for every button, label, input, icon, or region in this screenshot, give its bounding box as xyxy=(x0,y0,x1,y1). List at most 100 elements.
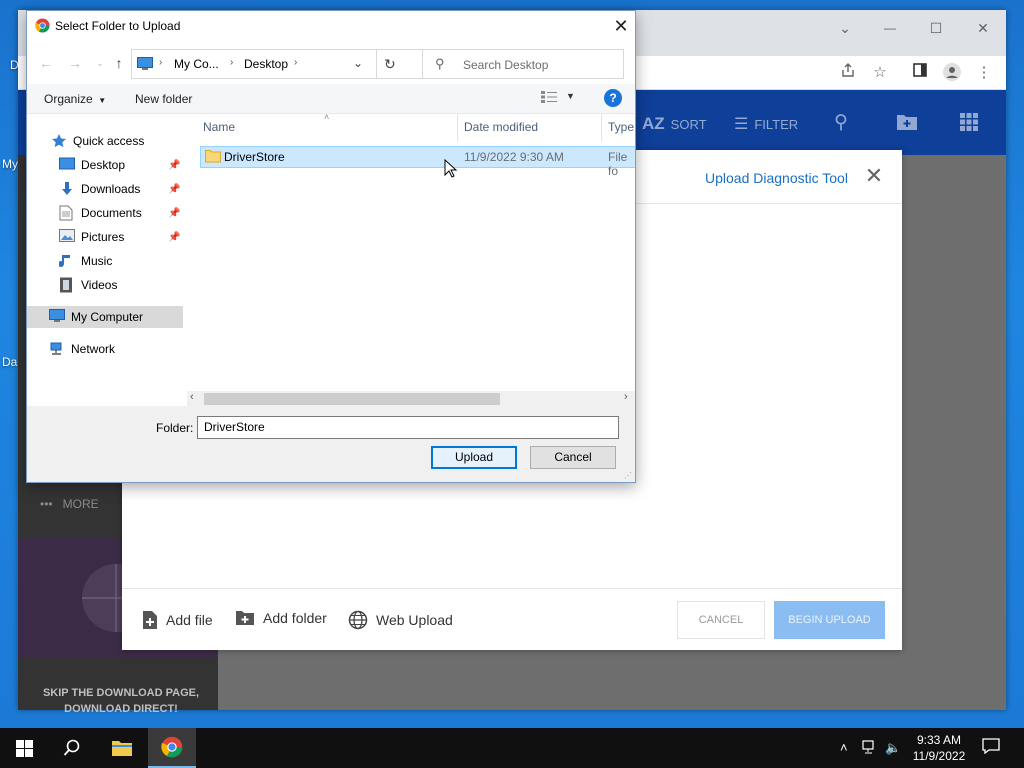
column-header-date-modified[interactable]: Date modified xyxy=(458,114,602,142)
close-button[interactable]: ✕ xyxy=(968,16,998,40)
nav-label: Desktop xyxy=(81,158,126,172)
filter-button[interactable]: ☰ FILTER xyxy=(734,114,798,134)
column-header-type[interactable]: Type xyxy=(602,114,635,142)
minimize-button[interactable]: — xyxy=(875,16,905,40)
start-button[interactable] xyxy=(0,728,48,768)
share-icon[interactable] xyxy=(837,62,859,84)
globe-icon xyxy=(348,610,368,630)
address-bar[interactable]: › My Co... › Desktop › ⌄ ↻ xyxy=(131,49,435,79)
chrome-taskbar-button[interactable] xyxy=(148,728,196,768)
add-file-label: Add file xyxy=(166,612,213,628)
breadcrumb-item[interactable]: Desktop xyxy=(244,57,288,71)
side-panel-icon[interactable] xyxy=(909,62,931,84)
clock-time: 9:33 AM xyxy=(916,733,962,747)
folder-name-input[interactable]: DriverStore xyxy=(197,416,619,439)
cancel-button[interactable]: CANCEL xyxy=(677,601,765,639)
column-label: Date modified xyxy=(464,120,539,134)
search-desktop-box[interactable]: ⚲ Search Desktop xyxy=(422,49,624,79)
film-icon xyxy=(59,277,75,293)
file-explorer-taskbar-button[interactable] xyxy=(98,728,146,768)
picture-icon xyxy=(59,229,75,245)
breadcrumb-item[interactable]: My Co... xyxy=(174,57,219,71)
view-chevron-down-icon[interactable]: ▼ xyxy=(566,91,575,101)
breadcrumb-chevron-icon[interactable]: › xyxy=(230,57,233,68)
pin-icon: 📌 xyxy=(168,184,181,195)
cancel-button[interactable]: Cancel xyxy=(530,446,616,469)
chrome-icon xyxy=(35,18,50,36)
grid-view-icon[interactable] xyxy=(960,113,978,131)
web-upload-label: Web Upload xyxy=(376,612,453,628)
desktop-folder-icon xyxy=(59,157,75,173)
tab-search-chevron-icon[interactable]: ⌄ xyxy=(830,16,860,40)
breadcrumb-chevron-icon[interactable]: › xyxy=(294,57,297,68)
resize-grip-icon[interactable]: ⋰ xyxy=(624,471,632,480)
file-name: DriverStore xyxy=(224,150,285,164)
search-button[interactable] xyxy=(48,728,96,768)
up-arrow-icon[interactable]: ↑ xyxy=(110,54,128,72)
tray-chevron-up-icon[interactable]: ˄ xyxy=(840,740,848,755)
add-file-button[interactable]: Add file xyxy=(142,610,213,630)
recent-locations-chevron-icon[interactable]: ⌄ xyxy=(91,54,109,72)
organize-menu[interactable]: Organize ▼ xyxy=(44,92,106,106)
search-icon[interactable]: ⚲ xyxy=(834,111,848,134)
begin-upload-button[interactable]: BEGIN UPLOAD xyxy=(774,601,885,639)
dialog-titlebar[interactable]: Select Folder to Upload ✕ xyxy=(27,11,635,42)
address-dropdown-chevron-icon[interactable]: ⌄ xyxy=(353,56,363,70)
skip-download-text[interactable]: SKIP THE DOWNLOAD PAGE, DOWNLOAD DIRECT! xyxy=(26,685,216,717)
computer-icon xyxy=(49,309,65,325)
upload-button[interactable]: Upload xyxy=(431,446,517,469)
scroll-right-icon[interactable]: › xyxy=(624,391,628,403)
back-arrow-icon[interactable]: ← xyxy=(37,54,55,72)
desktop-icon-label[interactable]: Da xyxy=(2,355,17,369)
new-folder-button[interactable]: New folder xyxy=(135,92,192,106)
network-tray-icon[interactable] xyxy=(862,740,878,757)
notifications-icon[interactable] xyxy=(982,738,1000,757)
filter-label: FILTER xyxy=(754,116,799,132)
bookmark-star-icon[interactable]: ☆ xyxy=(869,62,891,84)
pin-icon: 📌 xyxy=(168,160,181,171)
maximize-button[interactable]: ☐ xyxy=(921,16,951,40)
desktop-icon-label[interactable]: My xyxy=(2,157,18,171)
file-type: File fo xyxy=(608,150,628,178)
sidebar-more-link[interactable]: ••• MORE xyxy=(40,497,99,511)
more-menu-icon[interactable]: ⋮ xyxy=(973,62,995,84)
dialog-close-icon[interactable]: ✕ xyxy=(610,15,632,37)
folder-field-label: Folder: xyxy=(156,421,194,435)
new-folder-icon[interactable] xyxy=(896,113,918,131)
sort-button[interactable]: AZ SORT xyxy=(642,114,707,134)
address-row: ← → ⌄ ↑ › My Co... › Desktop › ⌄ ↻ ⚲ Sea… xyxy=(27,42,635,84)
divider xyxy=(376,50,377,78)
nav-network[interactable]: Network xyxy=(49,338,205,360)
breadcrumb-chevron-icon[interactable]: › xyxy=(159,57,162,68)
forward-arrow-icon[interactable]: → xyxy=(66,54,84,72)
file-list: Name ˄ Date modified Type DriverStore 11… xyxy=(187,114,635,392)
taskbar-clock[interactable]: 9:33 AM 11/9/2022 xyxy=(905,732,973,764)
music-note-icon xyxy=(58,253,75,269)
refresh-icon[interactable]: ↻ xyxy=(384,56,396,73)
az-sort-icon: AZ xyxy=(642,114,665,133)
chevron-down-icon: ▼ xyxy=(96,96,107,105)
close-icon[interactable]: ✕ xyxy=(864,165,884,187)
scroll-left-icon[interactable]: ‹ xyxy=(190,391,194,403)
view-options-icon[interactable] xyxy=(541,91,557,106)
add-file-icon xyxy=(143,611,157,629)
add-folder-button[interactable]: Add folder xyxy=(235,610,327,626)
web-upload-button[interactable]: Web Upload xyxy=(348,610,453,630)
nav-label: Music xyxy=(81,254,113,268)
filter-icon: ☰ xyxy=(734,116,749,133)
nav-quick-access[interactable]: Quick access xyxy=(51,130,207,152)
scrollbar-thumb[interactable] xyxy=(204,393,500,405)
help-icon[interactable]: ? xyxy=(604,89,622,107)
more-label: MORE xyxy=(62,497,99,511)
horizontal-scrollbar[interactable]: ‹ › xyxy=(187,391,635,406)
search-icon: ⚲ xyxy=(435,56,445,71)
column-header-name[interactable]: Name xyxy=(187,114,458,142)
volume-icon[interactable]: 🔈 xyxy=(885,740,901,756)
sort-label: SORT xyxy=(670,116,707,132)
add-folder-label: Add folder xyxy=(263,610,327,626)
profile-avatar-icon[interactable] xyxy=(941,62,963,84)
nav-label: Documents xyxy=(81,206,142,220)
file-row[interactable]: DriverStore 11/9/2022 9:30 AM File fo xyxy=(200,146,635,178)
nav-label: Downloads xyxy=(81,182,141,196)
nav-my-computer[interactable]: My Computer xyxy=(27,306,183,328)
